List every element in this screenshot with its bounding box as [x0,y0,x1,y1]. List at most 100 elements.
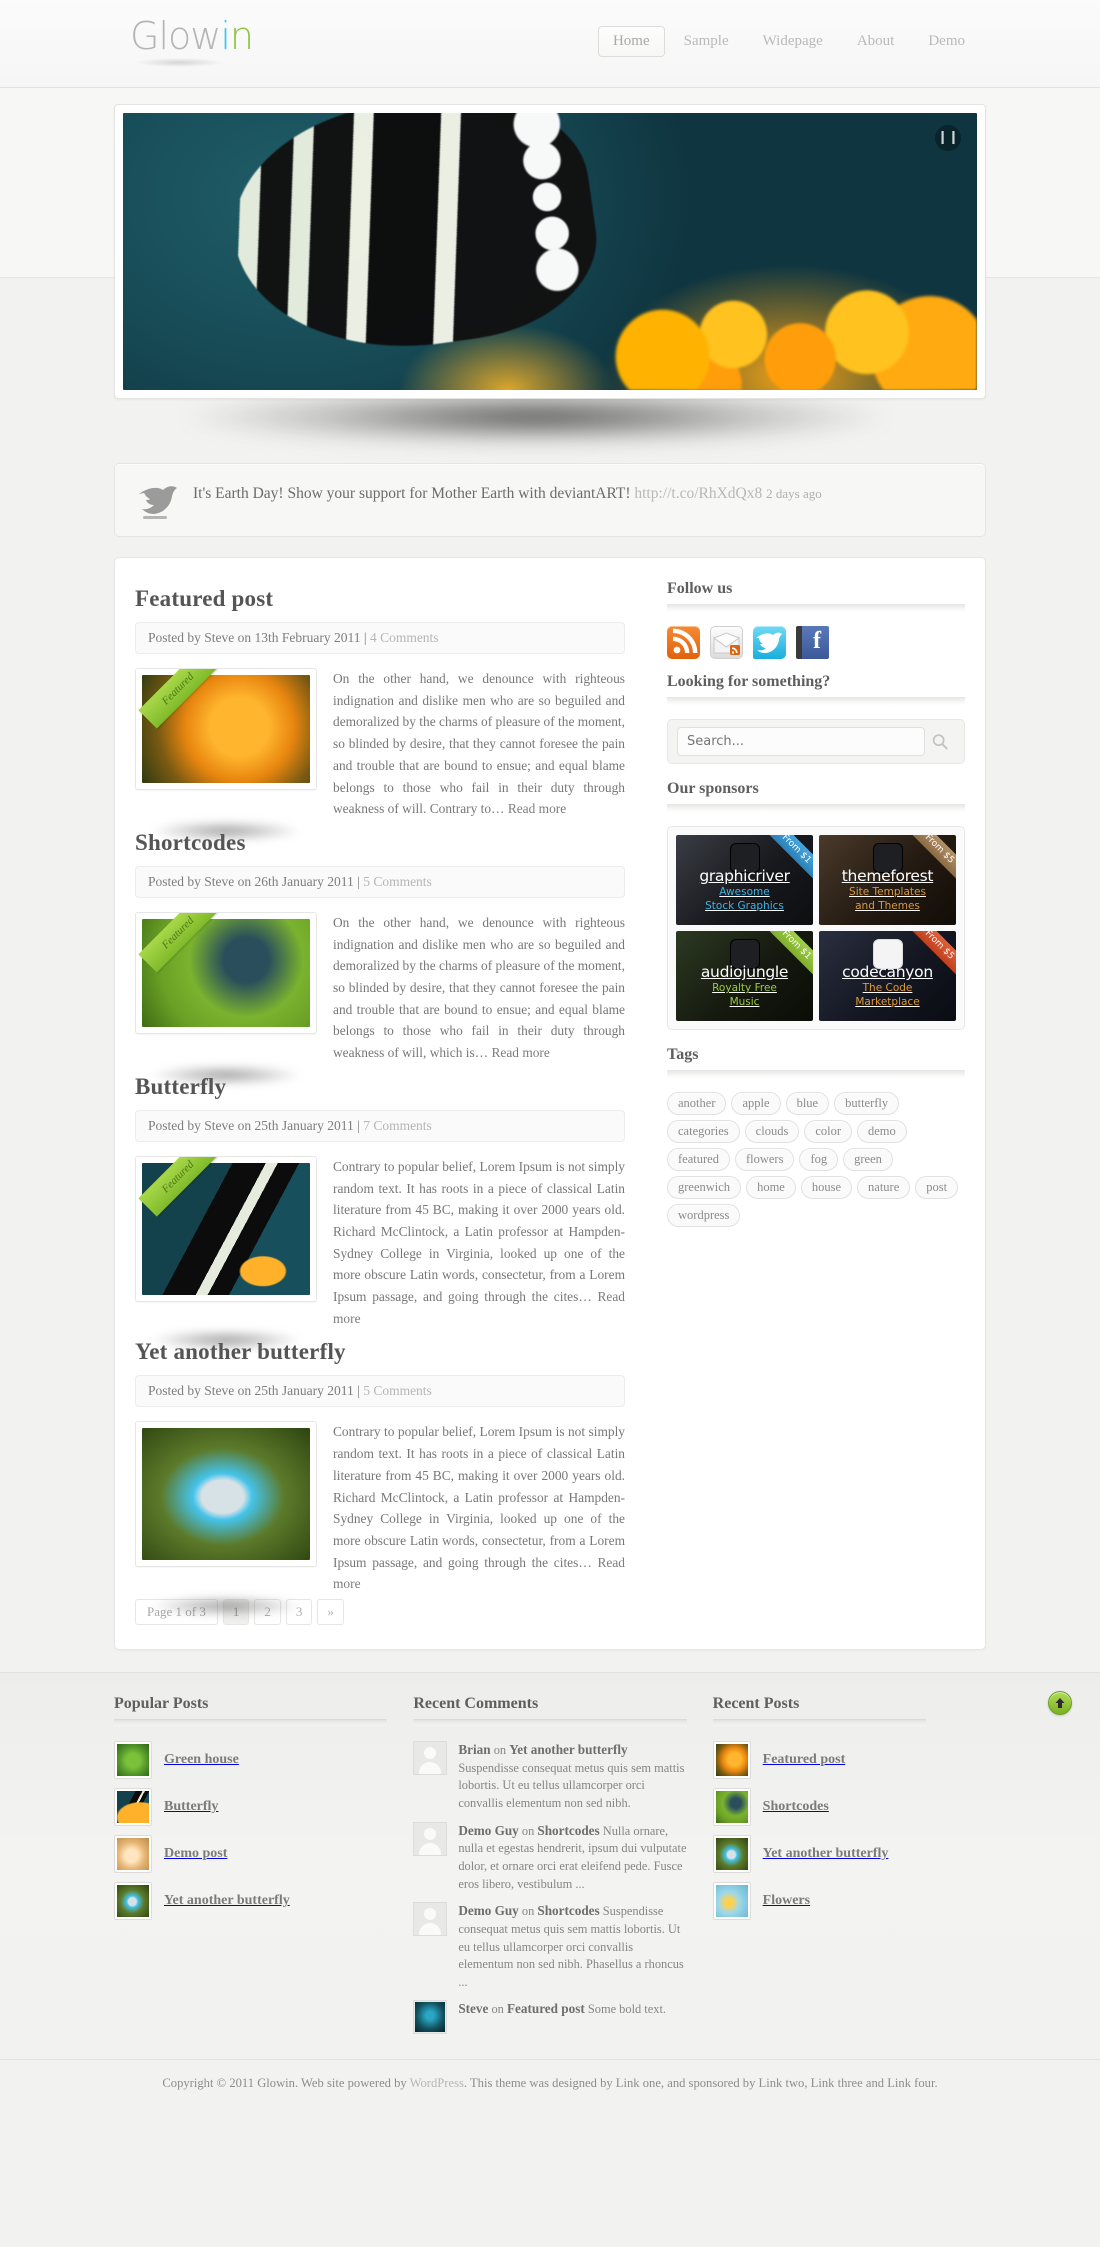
post-meta: Posted by Steve on 25th January 2011 | 7… [135,1109,625,1142]
read-more-link[interactable]: Read more [508,801,566,816]
tag-flowers[interactable]: flowers [734,1148,795,1171]
popular-post-item[interactable]: Green house [114,1741,387,1780]
post-thumbnail[interactable] [135,1421,317,1618]
tags-heading: Tags [667,1046,699,1063]
comment-text: Demo Guy on Shortcodes Nulla ornare, nul… [458,1822,686,1894]
sponsor-graphicriver[interactable]: From $1 graphicriver Awesome Stock Graph… [676,835,813,925]
recent-posts-widget: Recent Posts Featured post Shortcodes Ye… [712,1695,986,2043]
post-thumbnail[interactable]: Featured [135,668,317,842]
recent-posts-heading: Recent Posts [712,1695,800,1713]
post-image [142,1428,310,1561]
tweet-link[interactable]: http://t.co/RhXdQx8 [634,485,762,502]
tag-another[interactable]: another [667,1092,727,1115]
facebook-icon[interactable]: f [796,626,829,659]
tag-apple[interactable]: apple [731,1092,781,1115]
post-title[interactable]: Featured post [135,586,625,612]
recent-post-item[interactable]: Featured post [712,1741,986,1780]
comment-author[interactable]: Brian [458,1742,490,1757]
sponsor-audiojungle[interactable]: From $1 audiojungle Royalty Free Music [676,931,813,1021]
twitter-icon[interactable] [753,626,786,659]
comment-author[interactable]: Demo Guy [458,1903,518,1918]
tag-fog[interactable]: fog [799,1148,839,1171]
tag-color[interactable]: color [804,1120,852,1143]
tag-butterfly[interactable]: butterfly [834,1092,900,1115]
comment-on-label: on [521,1823,535,1838]
post-comment-count[interactable]: 5 Comments [363,1383,432,1398]
sponsor-tagline-1: Royalty Free [712,982,777,995]
search-heading: Looking for something? [667,673,831,690]
comment-post-title[interactable]: Featured post [507,2001,585,2016]
post-comment-count[interactable]: 7 Comments [363,1118,432,1133]
tag-post[interactable]: post [915,1176,959,1199]
comment-author[interactable]: Demo Guy [458,1823,518,1838]
post-thumbnail[interactable]: Featured [135,911,317,1086]
avatar [413,1902,448,1937]
comment-text: Brian on Yet another butterfly Suspendis… [458,1741,686,1813]
recent-post-item[interactable]: Flowers [712,1882,986,1921]
recent-post-thumb [712,1788,751,1827]
comment-post-title[interactable]: Shortcodes [537,1903,599,1918]
copyright-text-2: . This theme was designed by Link one, a… [463,2076,938,2091]
recent-post-item[interactable]: Yet another butterfly [712,1835,986,1874]
tweet-text: It's Earth Day! Show your support for Mo… [193,480,822,506]
arrow-up-icon[interactable] [1048,1691,1072,1716]
comment-post-title[interactable]: Shortcodes [537,1823,599,1838]
logo-part-1: Glow [130,14,221,58]
sidebar: Follow us f Looking for something? Searc… [645,576,965,1635]
wordpress-link[interactable]: WordPress [410,2076,464,2090]
nav-item-about[interactable]: About [842,26,910,57]
tag-categories[interactable]: categories [667,1120,740,1143]
popular-post-item[interactable]: Yet another butterfly [114,1882,387,1921]
rss-icon[interactable] [667,626,700,659]
popular-post-item[interactable]: Demo post [114,1835,387,1874]
tag-featured[interactable]: featured [667,1148,730,1171]
sponsor-tagline-2: Music [729,996,760,1008]
popular-post-item[interactable]: Butterfly [114,1788,387,1827]
search-button[interactable] [925,728,955,756]
site-header: Glowin Home Sample Widepage About Demo [0,0,1100,88]
pause-icon[interactable]: ❙❙ [935,125,961,151]
tag-green[interactable]: green [843,1148,893,1171]
popular-post-thumb [114,1835,152,1874]
nav-item-demo[interactable]: Demo [913,26,980,57]
thumb-shadow [149,1595,303,1618]
recent-post-item[interactable]: Shortcodes [712,1788,986,1827]
email-icon[interactable] [710,626,743,659]
site-footer: Popular Posts Green house Butterfly Demo… [0,1672,1100,2114]
content-section: Featured post Posted by Steve on 13th Fe… [100,557,1000,1651]
latest-tweet: It's Earth Day! Show your support for Mo… [114,463,986,537]
nav-item-home[interactable]: Home [597,26,665,57]
sponsor-name: graphicriver [699,867,790,886]
recent-post-title: Featured post [762,1752,846,1768]
pagination-next[interactable]: » [317,1599,344,1626]
post-excerpt-text: Contrary to popular belief, Lorem Ipsum … [333,1158,625,1305]
sponsor-name: codecanyon [842,963,933,982]
post-excerpt: On the other hand, we denounce with righ… [333,912,625,1064]
tag-blue[interactable]: blue [785,1092,830,1115]
popular-post-title: Butterfly [164,1799,219,1815]
tag-home[interactable]: home [746,1176,796,1199]
sponsor-codecanyon[interactable]: From $5 codecanyon The Code Marketplace [819,931,956,1021]
nav-item-widepage[interactable]: Widepage [748,26,838,57]
post-comment-count[interactable]: 4 Comments [370,630,439,645]
tag-greenwich[interactable]: greenwich [667,1176,742,1199]
tag-house[interactable]: house [800,1176,853,1199]
tag-clouds[interactable]: clouds [744,1120,800,1143]
comment-post-title[interactable]: Yet another butterfly [509,1742,627,1757]
sponsor-themeforest[interactable]: From $5 themeforest Site Templates and T… [819,835,956,925]
post-thumbnail[interactable]: Featured [135,1155,317,1352]
tag-nature[interactable]: nature [857,1176,911,1199]
comment-author[interactable]: Steve [458,2001,488,2016]
site-logo[interactable]: Glowin [130,14,254,58]
post-comment-count[interactable]: 5 Comments [363,874,432,889]
featured-slider[interactable]: ❙❙ [114,104,986,399]
read-more-link[interactable]: Read more [491,1045,549,1060]
post-item: Shortcodes Posted by Steve on 26th Janua… [135,830,625,1086]
page-root: Glowin Home Sample Widepage About Demo ❙… [0,0,1100,2114]
sponsor-tagline-1: Awesome [719,886,770,899]
heading-rule [667,804,965,812]
search-input[interactable] [677,727,925,756]
tag-wordpress[interactable]: wordpress [667,1204,741,1227]
nav-item-sample[interactable]: Sample [669,26,744,57]
tag-demo[interactable]: demo [857,1120,907,1143]
